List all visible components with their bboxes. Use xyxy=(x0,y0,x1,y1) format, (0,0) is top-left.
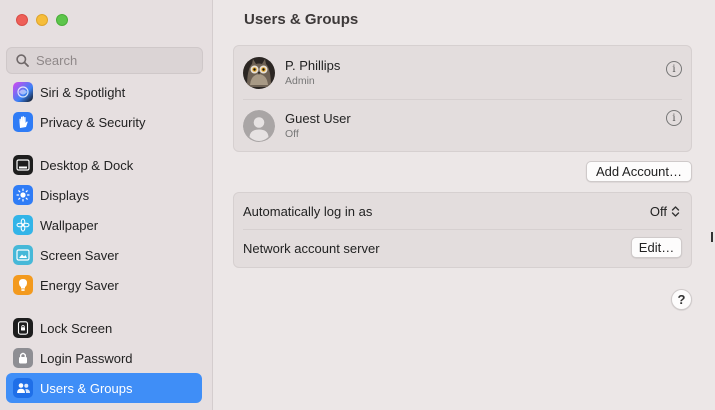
sidebar-item-wallpaper[interactable]: Wallpaper xyxy=(6,210,202,240)
sidebar-item-label: Desktop & Dock xyxy=(40,157,134,173)
sidebar-item-label: Privacy & Security xyxy=(40,114,146,130)
sidebar-item-users-groups[interactable]: Users & Groups xyxy=(6,373,202,403)
sidebar-item-label: Screen Saver xyxy=(40,247,119,263)
sidebar-item-lock-screen[interactable]: Lock Screen xyxy=(6,313,202,343)
lightbulb-icon xyxy=(13,275,33,295)
user-name: P. Phillips xyxy=(285,58,341,73)
network-server-label: Network account server xyxy=(243,240,380,256)
sidebar-item-privacy-security[interactable]: Privacy & Security xyxy=(6,107,202,137)
sun-icon xyxy=(13,185,33,205)
users-icon xyxy=(13,378,33,398)
sidebar-item-screen-saver[interactable]: Screen Saver xyxy=(6,240,202,270)
user-name: Guest User xyxy=(285,111,351,126)
lock-screen-icon xyxy=(13,318,33,338)
zoom-button[interactable] xyxy=(56,14,68,26)
close-button[interactable] xyxy=(16,14,28,26)
search-icon xyxy=(16,54,29,67)
user-row-p-phillips[interactable]: P. Phillips Admin i xyxy=(234,47,693,98)
edit-button[interactable]: Edit… xyxy=(631,237,682,258)
sidebar-item-label: Wallpaper xyxy=(40,217,99,233)
search-input[interactable] xyxy=(36,53,186,68)
users-list-card: P. Phillips Admin i Guest User Off i xyxy=(233,45,692,152)
siri-icon xyxy=(13,82,33,102)
sidebar-item-desktop-dock[interactable]: Desktop & Dock xyxy=(6,150,202,180)
sidebar: Siri & Spotlight Privacy & Security Desk… xyxy=(0,0,213,410)
page-title: Users & Groups xyxy=(244,11,359,28)
padlock-icon xyxy=(13,348,33,368)
sidebar-item-label: Siri & Spotlight xyxy=(40,84,126,100)
settings-window: Siri & Spotlight Privacy & Security Desk… xyxy=(0,0,715,410)
network-server-row: Network account server Edit… xyxy=(234,230,693,266)
sidebar-item-energy-saver[interactable]: Energy Saver xyxy=(6,270,202,300)
guest-avatar xyxy=(243,109,275,142)
owl-avatar xyxy=(243,56,275,89)
sidebar-item-label: Displays xyxy=(40,187,90,203)
auto-login-value: Off xyxy=(649,203,667,219)
user-role: Off xyxy=(285,128,299,140)
minimize-button[interactable] xyxy=(36,14,48,26)
auto-login-label: Automatically log in as xyxy=(243,203,373,219)
sidebar-item-label: Login Password xyxy=(40,350,133,366)
user-row-guest-user[interactable]: Guest User Off i xyxy=(234,100,693,151)
login-settings-card: Automatically log in as Off Network acco… xyxy=(233,192,692,268)
window-controls xyxy=(16,14,68,26)
sidebar-item-displays[interactable]: Displays xyxy=(6,180,202,210)
sidebar-item-label: Users & Groups xyxy=(40,380,133,396)
hand-icon xyxy=(13,112,33,132)
add-account-button[interactable]: Add Account… xyxy=(586,161,692,182)
chevron-up-down-icon xyxy=(671,205,680,217)
flower-icon xyxy=(13,215,33,235)
main-content: Users & Groups P. Phillips Admin i Guest… xyxy=(214,0,715,410)
sidebar-item-login-password[interactable]: Login Password xyxy=(6,343,202,373)
help-button[interactable]: ? xyxy=(671,289,692,310)
resize-handle[interactable] xyxy=(711,232,713,242)
user-role: Admin xyxy=(285,75,315,87)
screen-saver-icon xyxy=(13,245,33,265)
sidebar-item-label: Energy Saver xyxy=(40,277,119,293)
dock-icon xyxy=(13,155,33,175)
sidebar-item-siri-spotlight[interactable]: Siri & Spotlight xyxy=(6,78,202,106)
info-button[interactable]: i xyxy=(666,110,682,126)
auto-login-row: Automatically log in as Off xyxy=(234,193,693,229)
auto-login-popup[interactable]: Off xyxy=(650,204,680,219)
sidebar-item-label: Lock Screen xyxy=(40,320,113,336)
search-field[interactable] xyxy=(6,47,203,74)
info-button[interactable]: i xyxy=(666,61,682,77)
